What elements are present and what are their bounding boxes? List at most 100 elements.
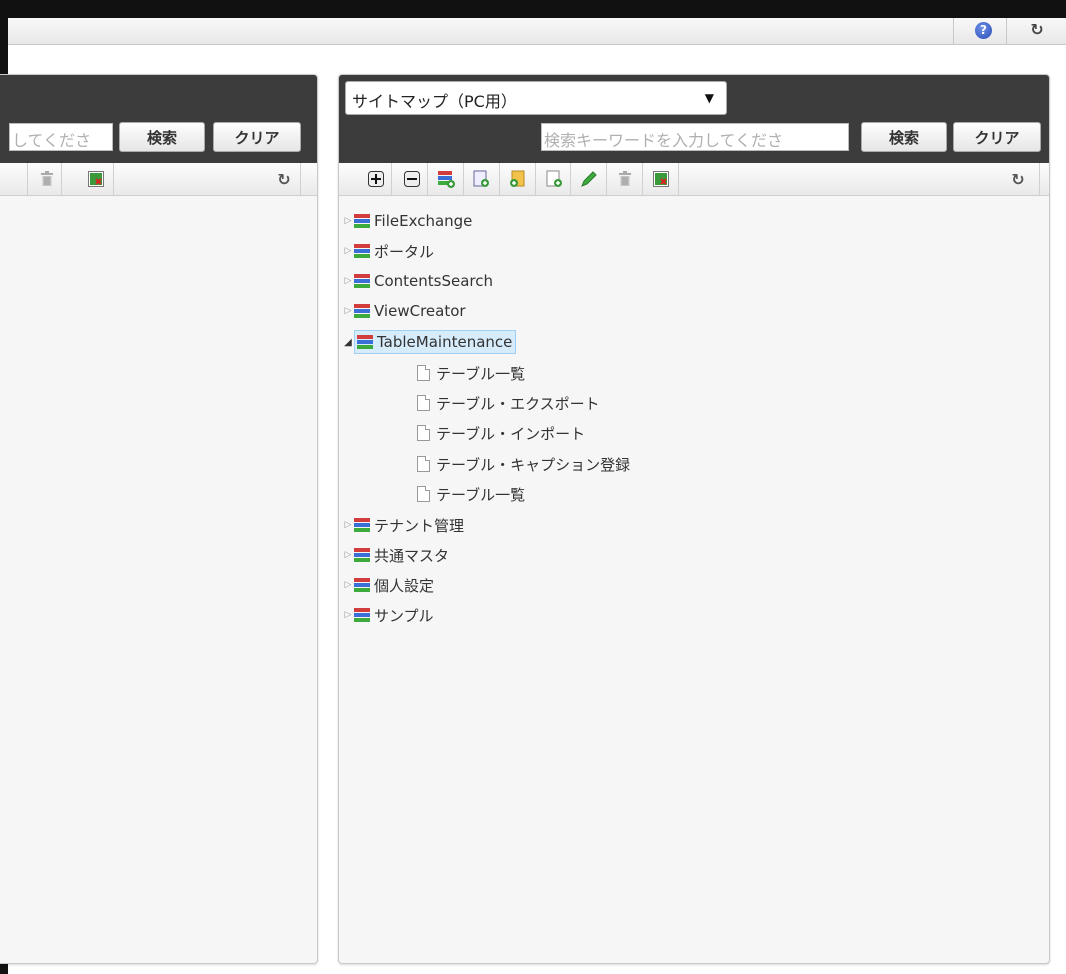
toolbar-separator (427, 163, 428, 195)
toolbar-separator (391, 163, 392, 195)
edit-icon[interactable] (580, 170, 598, 188)
left-clear-button[interactable]: クリア (213, 122, 301, 152)
tree-node-label: テーブル・エクスポート (436, 394, 600, 413)
tree-node-label: 個人設定 (374, 576, 435, 595)
expand-all-icon[interactable] (367, 170, 385, 188)
tree-node-page[interactable]: テーブル・エクスポート (417, 391, 600, 415)
left-panel: してくださ 検索 クリア ↻ (0, 74, 318, 964)
expand-arrow-icon[interactable]: ▷ (343, 580, 353, 590)
menu-group-icon (357, 334, 373, 350)
expand-arrow-icon[interactable]: ▷ (343, 246, 353, 256)
tree-node-viewcreator[interactable]: ▷ ViewCreator (343, 299, 466, 323)
csv-icon[interactable] (652, 170, 670, 188)
sitemap-clear-button[interactable]: クリア (953, 122, 1041, 152)
tree-node-label: テナント管理 (374, 516, 465, 535)
tree-node-sample[interactable]: ▷ サンプル (343, 603, 434, 627)
left-panel-toolbar: ↻ (0, 163, 317, 196)
tree-node-label: テーブル一覧 (436, 364, 526, 383)
toolbar-separator (113, 163, 114, 195)
tree-node-label: ContentsSearch (374, 272, 494, 290)
tree-node-page[interactable]: テーブル一覧 (417, 482, 525, 506)
left-search-button[interactable]: 検索 (119, 122, 205, 152)
toolbar-separator (1039, 163, 1040, 195)
sitemap-select-value: サイトマップ（PC用） (352, 92, 517, 111)
toolbar-separator (463, 163, 464, 195)
csv-icon[interactable] (87, 170, 105, 188)
page-icon (417, 365, 430, 381)
menu-group-icon (354, 273, 370, 289)
expand-arrow-icon[interactable]: ▷ (343, 306, 353, 316)
tree-node-label: 共通マスタ (374, 546, 450, 565)
chevron-down-icon: ▼ (704, 91, 714, 105)
tree-node-label: サンプル (374, 606, 434, 625)
reload-icon[interactable]: ↻ (275, 170, 293, 189)
tree-node-common-master[interactable]: ▷ 共通マスタ (343, 543, 449, 567)
tree-node-page[interactable]: テーブル一覧 (417, 361, 525, 385)
trash-icon[interactable] (616, 170, 634, 188)
trash-icon[interactable] (38, 170, 56, 188)
add-folder-icon[interactable] (509, 170, 527, 188)
toolbar-separator (499, 163, 500, 195)
toolbar-separator (1006, 18, 1007, 44)
toolbar-separator (300, 163, 301, 195)
menu-group-icon (354, 577, 370, 593)
window-frame-top (8, 0, 1066, 18)
sitemap-panel: サイトマップ（PC用） ▼ 検索キーワードを入力してくださ 検索 クリア ↻ ▷… (338, 74, 1050, 964)
toolbar-separator (27, 163, 28, 195)
left-search-input[interactable]: してくださ (9, 123, 113, 151)
sitemap-search-input[interactable]: 検索キーワードを入力してくださ (541, 123, 849, 151)
tree-node-portal[interactable]: ▷ ポータル (343, 239, 434, 263)
collapse-all-icon[interactable] (403, 170, 421, 188)
reload-icon[interactable]: ↻ (1028, 21, 1046, 39)
page-icon (417, 486, 430, 502)
menu-group-icon (354, 547, 370, 563)
menu-group-icon (354, 243, 370, 259)
help-icon[interactable]: ? (975, 22, 992, 39)
tree-node-label: FileExchange (374, 212, 473, 230)
tree-node-page[interactable]: テーブル・キャプション登録 (417, 452, 630, 476)
sitemap-search-button[interactable]: 検索 (861, 122, 947, 152)
tree-node-tablemaintenance[interactable]: ◢ TableMaintenance (343, 330, 517, 354)
toolbar-separator (570, 163, 571, 195)
menu-group-icon (354, 213, 370, 229)
sitemap-panel-header: サイトマップ（PC用） ▼ 検索キーワードを入力してくださ 検索 クリア (339, 75, 1049, 163)
tree-node-tenant[interactable]: ▷ テナント管理 (343, 513, 464, 537)
expand-arrow-icon[interactable]: ▷ (343, 610, 353, 620)
tree-node-label: テーブル一覧 (436, 485, 526, 504)
toolbar-separator (61, 163, 62, 195)
menu-group-icon (354, 607, 370, 623)
reload-icon[interactable]: ↻ (1009, 170, 1027, 189)
toolbar-separator (642, 163, 643, 195)
expand-arrow-icon[interactable]: ▷ (343, 216, 353, 226)
expand-arrow-icon[interactable]: ▷ (343, 276, 353, 286)
tree-node-contentssearch[interactable]: ▷ ContentsSearch (343, 269, 493, 293)
tree-node-label: TableMaintenance (377, 333, 513, 351)
page-icon (417, 395, 430, 411)
toolbar-separator (678, 163, 679, 195)
page-icon (417, 425, 430, 441)
add-item-icon[interactable] (545, 170, 563, 188)
expand-arrow-icon[interactable]: ▷ (343, 550, 353, 560)
tree-node-selected[interactable]: TableMaintenance (354, 330, 517, 354)
menu-group-icon (354, 517, 370, 533)
page-icon (417, 456, 430, 472)
toolbar-separator (606, 163, 607, 195)
tree-node-page[interactable]: テーブル・インポート (417, 421, 585, 445)
toolbar-separator (953, 18, 954, 44)
tree-node-label: ポータル (374, 242, 435, 261)
sitemap-toolbar: ↻ (339, 163, 1049, 196)
tree-node-personal-settings[interactable]: ▷ 個人設定 (343, 573, 434, 597)
add-menu-icon[interactable] (437, 170, 455, 188)
toolbar-separator (535, 163, 536, 195)
tree-node-label: テーブル・キャプション登録 (436, 455, 631, 474)
left-panel-header: してくださ 検索 クリア (0, 75, 317, 163)
add-page-icon[interactable] (472, 170, 490, 188)
tree-node-fileexchange[interactable]: ▷ FileExchange (343, 209, 473, 233)
top-toolbar: ? ↻ (8, 18, 1066, 45)
sitemap-select[interactable]: サイトマップ（PC用） ▼ (345, 81, 727, 115)
tree-node-label: テーブル・インポート (436, 424, 586, 443)
expand-arrow-icon[interactable]: ▷ (343, 520, 353, 530)
menu-group-icon (354, 303, 370, 319)
tree-node-label: ViewCreator (374, 302, 466, 320)
collapse-arrow-icon[interactable]: ◢ (343, 337, 353, 348)
